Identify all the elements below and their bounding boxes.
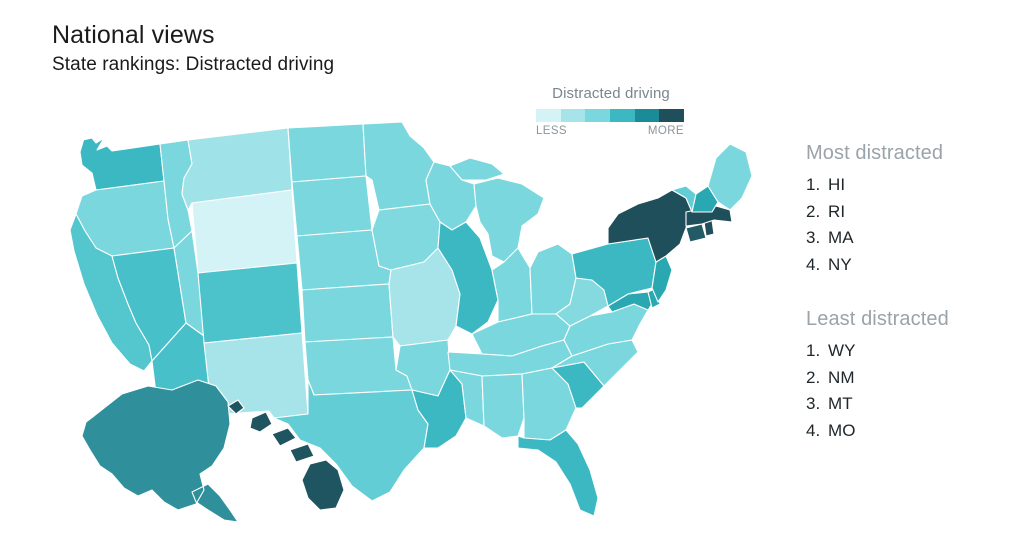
rank-number: 4. <box>806 254 821 274</box>
rank-state: MO <box>828 420 856 440</box>
list-item: 1. WY <box>806 338 1006 365</box>
list-item: 4. MO <box>806 418 1006 445</box>
least-distracted-list: 1. WY 2. NM 3. MT 4. MO <box>806 338 1006 444</box>
state-WA[interactable] <box>79 127 165 191</box>
rank-state: MT <box>828 394 853 413</box>
state-OH[interactable] <box>529 243 577 315</box>
rank-number: 3. <box>806 228 821 247</box>
list-item: 2. RI <box>806 199 1006 226</box>
list-item: 3. MA <box>806 225 1006 252</box>
most-distracted-group: Most distracted 1. HI 2. RI 3. MA 4. NY <box>806 140 1006 278</box>
state-CO[interactable] <box>197 262 303 344</box>
rank-number: 1. <box>806 175 821 194</box>
least-distracted-group: Least distracted 1. WY 2. NM 3. MT 4. MO <box>806 306 1006 444</box>
header: National views State rankings: Distracte… <box>52 20 334 77</box>
rank-state: RI <box>828 201 846 221</box>
list-item: 3. MT <box>806 391 1006 418</box>
rank-state: MA <box>828 228 854 247</box>
state-SD[interactable] <box>291 175 373 237</box>
least-distracted-heading: Least distracted <box>806 308 949 330</box>
state-AK[interactable] <box>81 379 239 523</box>
state-OK[interactable] <box>304 336 413 396</box>
list-item: 1. HI <box>806 172 1006 199</box>
state-KS[interactable] <box>301 283 394 343</box>
rank-state: WY <box>828 341 856 360</box>
rank-state: HI <box>828 175 846 194</box>
page-subtitle: State rankings: Distracted driving <box>52 54 335 75</box>
state-CT[interactable] <box>685 223 707 243</box>
rank-number: 3. <box>806 394 821 413</box>
rank-state: NM <box>828 367 855 387</box>
most-distracted-list: 1. HI 2. RI 3. MA 4. NY <box>806 172 1006 278</box>
state-WY[interactable] <box>191 189 298 274</box>
rank-state: NY <box>828 254 852 274</box>
rank-number: 2. <box>806 367 821 387</box>
state-MN[interactable] <box>362 121 435 211</box>
list-item: 2. NM <box>806 365 1006 392</box>
rankings-panel: Most distracted 1. HI 2. RI 3. MA 4. NY … <box>806 140 1006 444</box>
legend-title: Distracted driving <box>552 85 670 102</box>
rank-number: 1. <box>806 341 821 360</box>
states-layer <box>69 121 752 523</box>
us-choropleth-map <box>52 118 752 528</box>
page-title: National views <box>52 21 215 49</box>
state-AL[interactable] <box>481 373 525 439</box>
state-ND[interactable] <box>287 123 367 183</box>
us-map-svg <box>69 121 752 523</box>
state-FL[interactable] <box>517 429 599 517</box>
rank-number: 2. <box>806 201 821 221</box>
list-item: 4. NY <box>806 252 1006 279</box>
rank-number: 4. <box>806 420 821 440</box>
most-distracted-heading: Most distracted <box>806 142 944 164</box>
